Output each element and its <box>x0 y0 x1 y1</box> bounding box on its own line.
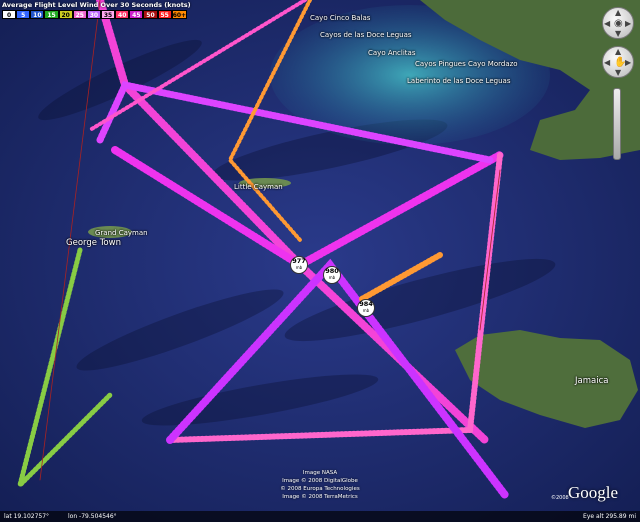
look-control[interactable]: ▲ ▼ ◀ ▶ ◉ <box>602 7 634 39</box>
place-cayos-pingues[interactable]: Cayos Pingues Cayo Mordazo <box>415 60 518 68</box>
hand-icon: ✋ <box>614 57 627 68</box>
legend-bin: 60+ <box>171 10 188 19</box>
legend-bin: 0 <box>2 10 17 19</box>
longitude-readout: lon -79.504546° <box>68 513 117 520</box>
eye-altitude-readout: Eye alt 295.89 mi <box>583 513 636 520</box>
chevron-down-icon[interactable]: ▼ <box>615 29 621 38</box>
legend-bin: 20 <box>58 10 73 19</box>
google-logo: Google <box>568 483 619 502</box>
chevron-left-icon[interactable]: ◀ <box>604 58 610 67</box>
place-grand-cayman[interactable]: Grand Cayman <box>95 229 148 237</box>
pressure-unit: mb <box>328 275 336 280</box>
place-cayo-anclitas[interactable]: Cayo Anclitas <box>368 49 415 57</box>
map-viewport[interactable]: Average Flight Level Wind Over 30 Second… <box>0 0 640 522</box>
pressure-value: 980 <box>325 267 339 275</box>
credit-line: © 2008 Europa Technologies <box>280 486 360 492</box>
wind-speed-legend: Average Flight Level Wind Over 30 Second… <box>2 1 191 19</box>
legend-bin: 5 <box>16 10 31 19</box>
copyright-year: ©2008 <box>551 495 569 501</box>
pressure-unit: mb <box>362 308 370 313</box>
legend-bin: 40 <box>115 10 130 19</box>
place-jamaica[interactable]: Jamaica <box>575 376 608 386</box>
pressure-unit: mb <box>295 265 303 270</box>
legend-scale: 0 5 10 15 20 25 30 35 40 45 50 55 60+ <box>2 10 188 19</box>
legend-bin: 30 <box>86 10 101 19</box>
status-bar: lat 19.102757° lon -79.504546° Eye alt 2… <box>0 511 640 522</box>
legend-bin: 50 <box>143 10 158 19</box>
credit-line: Image NASA <box>302 470 338 476</box>
place-little-cayman[interactable]: Little Cayman <box>234 183 283 191</box>
legend-bin: 15 <box>44 10 59 19</box>
terrain-layer <box>0 0 640 522</box>
chevron-left-icon[interactable]: ◀ <box>604 19 610 28</box>
chevron-up-icon[interactable]: ▲ <box>615 8 621 17</box>
pressure-marker[interactable]: 984 mb <box>357 299 375 317</box>
legend-bin: 55 <box>157 10 172 19</box>
pressure-marker[interactable]: 977 mb <box>290 256 308 274</box>
legend-bin: 35 <box>100 10 116 19</box>
pressure-marker[interactable]: 980 mb <box>323 266 341 284</box>
imagery-credits: Image NASA Image © 2008 DigitalGlobe © 2… <box>250 469 390 501</box>
legend-bin: 10 <box>30 10 45 19</box>
legend-bin: 45 <box>129 10 144 19</box>
legend-title: Average Flight Level Wind Over 30 Second… <box>2 1 191 9</box>
zoom-slider[interactable] <box>613 88 621 160</box>
chevron-up-icon[interactable]: ▲ <box>615 47 621 56</box>
pressure-value: 977 <box>292 257 306 265</box>
place-cayo-cinco-balas[interactable]: Cayo Cinco Balas <box>310 14 370 22</box>
move-control[interactable]: ▲ ▼ ◀ ▶ ✋ <box>602 46 634 78</box>
place-george-town[interactable]: George Town <box>66 238 121 248</box>
place-laberinto[interactable]: Laberinto de las Doce Leguas <box>407 77 511 85</box>
chevron-down-icon[interactable]: ▼ <box>615 68 621 77</box>
legend-bin: 25 <box>72 10 87 19</box>
credit-line: Image © 2008 TerraMetrics <box>282 494 358 500</box>
place-cayos-doce-leguas[interactable]: Cayos de las Doce Leguas <box>320 31 412 39</box>
chevron-right-icon[interactable]: ▶ <box>625 19 631 28</box>
pressure-value: 984 <box>359 300 373 308</box>
eye-icon: ◉ <box>614 18 623 29</box>
credit-line: Image © 2008 DigitalGlobe <box>282 478 358 484</box>
latitude-readout: lat 19.102757° <box>4 513 50 520</box>
